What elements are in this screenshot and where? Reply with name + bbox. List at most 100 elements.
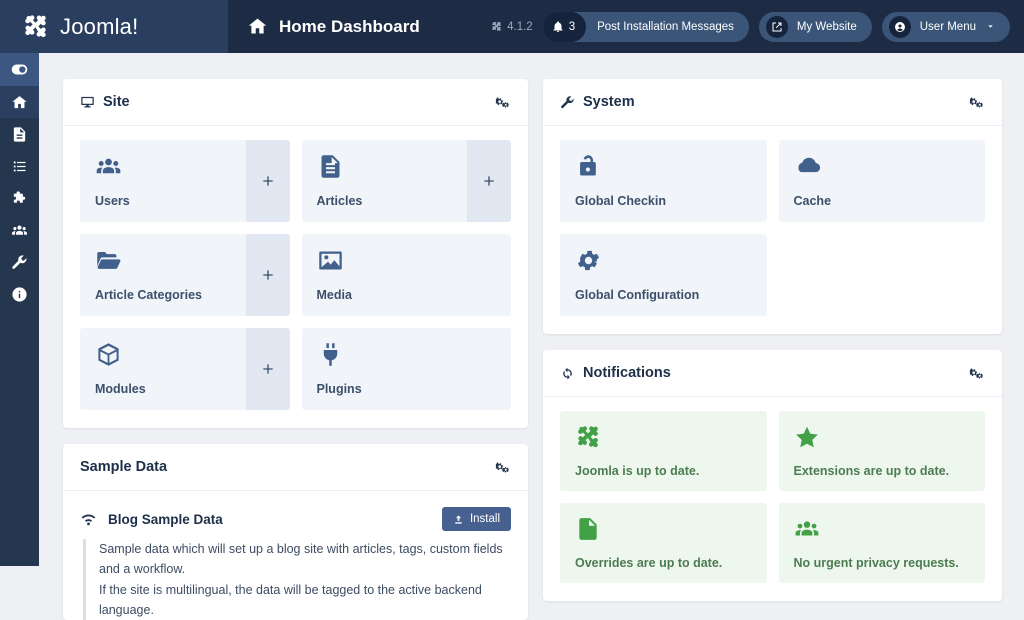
sidebar-item-home-dashboard[interactable] (0, 86, 39, 118)
wrench-icon (560, 95, 575, 110)
rss-icon (80, 511, 97, 528)
notification-privacy-requests[interactable]: No urgent privacy requests. (779, 503, 986, 583)
site-panel: Site (63, 79, 528, 428)
toggle-on-icon (11, 61, 28, 78)
version-indicator: 4.1.2 (491, 21, 533, 33)
tile-users[interactable]: Users (80, 140, 290, 222)
sidebar-item-help[interactable] (0, 278, 39, 310)
tile-modules[interactable]: Modules (80, 328, 290, 410)
system-panel-settings-button[interactable] (968, 94, 985, 110)
user-menu-button[interactable]: User Menu (882, 12, 1010, 42)
plus-icon (260, 361, 276, 377)
sync-icon (560, 366, 575, 381)
tile-cache[interactable]: Cache (779, 140, 986, 222)
joomla-mark-icon (575, 424, 767, 454)
notifications-panel-title: Notifications (583, 365, 671, 381)
cogs-icon (494, 459, 511, 475)
list-icon (11, 158, 28, 175)
tile-label: Cache (794, 194, 986, 222)
cogs-icon (494, 94, 511, 110)
sidebar-item-system[interactable] (0, 246, 39, 278)
top-bar: Joomla! Home Dashboard 4.1.2 3 Post Inst… (0, 0, 1024, 53)
add-module-button[interactable] (246, 328, 290, 410)
tile-label: Users (95, 194, 246, 222)
tile-global-configuration[interactable]: Global Configuration (560, 234, 767, 316)
site-panel-settings-button[interactable] (494, 94, 511, 110)
notification-overrides-version[interactable]: Overrides are up to date. (560, 503, 767, 583)
plus-icon (260, 267, 276, 283)
tile-body: Media (302, 234, 512, 316)
install-button[interactable]: Install (442, 507, 511, 531)
sidebar (0, 53, 39, 566)
notification-label: No urgent privacy requests. (794, 556, 986, 583)
brand-label: Joomla! (60, 14, 138, 40)
user-menu-label: User Menu (920, 21, 976, 33)
tile-body: Cache (779, 140, 986, 222)
wrench-icon (11, 254, 28, 271)
tile-body: Articles (302, 140, 468, 222)
notification-label: Extensions are up to date. (794, 464, 986, 491)
messages-label: Post Installation Messages (586, 21, 734, 33)
folder-open-icon (95, 247, 246, 277)
system-panel: System (543, 79, 1002, 334)
notification-extensions-version[interactable]: Extensions are up to date. (779, 411, 986, 491)
tile-media[interactable]: Media (302, 234, 512, 316)
main-content: Site (39, 53, 1024, 566)
joomla-mark-icon (491, 21, 502, 32)
tile-body: Plugins (302, 328, 512, 410)
tile-label: Articles (317, 194, 468, 222)
bell-icon (552, 21, 564, 33)
sidebar-item-toggle-menu[interactable] (0, 53, 39, 86)
tile-body: Modules (80, 328, 246, 410)
user-circle-icon (889, 16, 911, 38)
file-icon (575, 516, 767, 546)
notification-label: Joomla is up to date. (575, 464, 767, 491)
tile-label: Media (317, 288, 512, 316)
tile-plugins[interactable]: Plugins (302, 328, 512, 410)
sample-data-panel: Sample Data Blog Sample Data (63, 444, 528, 620)
notifications-panel: Notifications Joomla is up t (543, 350, 1002, 601)
tile-label: Global Checkin (575, 194, 767, 222)
my-website-button[interactable]: My Website (759, 12, 872, 42)
message-count: 3 (569, 21, 575, 33)
top-bar-actions: 4.1.2 3 Post Installation Messages My We… (491, 12, 1024, 42)
sample-data-panel-header: Sample Data (63, 444, 528, 491)
chevron-down-icon (986, 22, 995, 31)
tile-articles[interactable]: Articles (302, 140, 512, 222)
notification-joomla-version[interactable]: Joomla is up to date. (560, 411, 767, 491)
system-tiles: Global Checkin Cache (543, 126, 1002, 334)
sidebar-item-components[interactable] (0, 182, 39, 214)
cube-icon (95, 341, 246, 371)
brand-area[interactable]: Joomla! (0, 0, 228, 53)
sample-data-panel-settings-button[interactable] (494, 459, 511, 475)
post-installation-messages-button[interactable]: 3 Post Installation Messages (543, 12, 749, 42)
sidebar-item-content[interactable] (0, 118, 39, 150)
gear-icon (575, 247, 767, 277)
system-panel-title: System (583, 94, 635, 110)
image-icon (317, 247, 512, 277)
sample-data-description: Sample data which will set up a blog sit… (83, 539, 511, 620)
page-title: Home Dashboard (279, 17, 420, 37)
add-user-button[interactable] (246, 140, 290, 222)
plus-icon (260, 173, 276, 189)
tile-label: Plugins (317, 382, 512, 410)
tile-article-categories[interactable]: Article Categories (80, 234, 290, 316)
tile-body: Article Categories (80, 234, 246, 316)
right-column: System (543, 79, 1002, 566)
add-article-category-button[interactable] (246, 234, 290, 316)
tile-global-checkin[interactable]: Global Checkin (560, 140, 767, 222)
site-tiles: Users Articles (63, 126, 528, 428)
tile-body: Users (80, 140, 246, 222)
info-circle-icon (11, 286, 28, 303)
users-icon (95, 153, 246, 183)
notifications-panel-settings-button[interactable] (968, 365, 985, 381)
sidebar-item-menus[interactable] (0, 150, 39, 182)
star-icon (794, 424, 986, 454)
upload-icon (453, 514, 464, 525)
sidebar-item-users[interactable] (0, 214, 39, 246)
tile-body: Global Configuration (560, 234, 767, 316)
notification-label: Overrides are up to date. (575, 556, 767, 583)
cogs-icon (968, 94, 985, 110)
sample-data-item-title: Blog Sample Data (108, 512, 431, 527)
add-article-button[interactable] (467, 140, 511, 222)
